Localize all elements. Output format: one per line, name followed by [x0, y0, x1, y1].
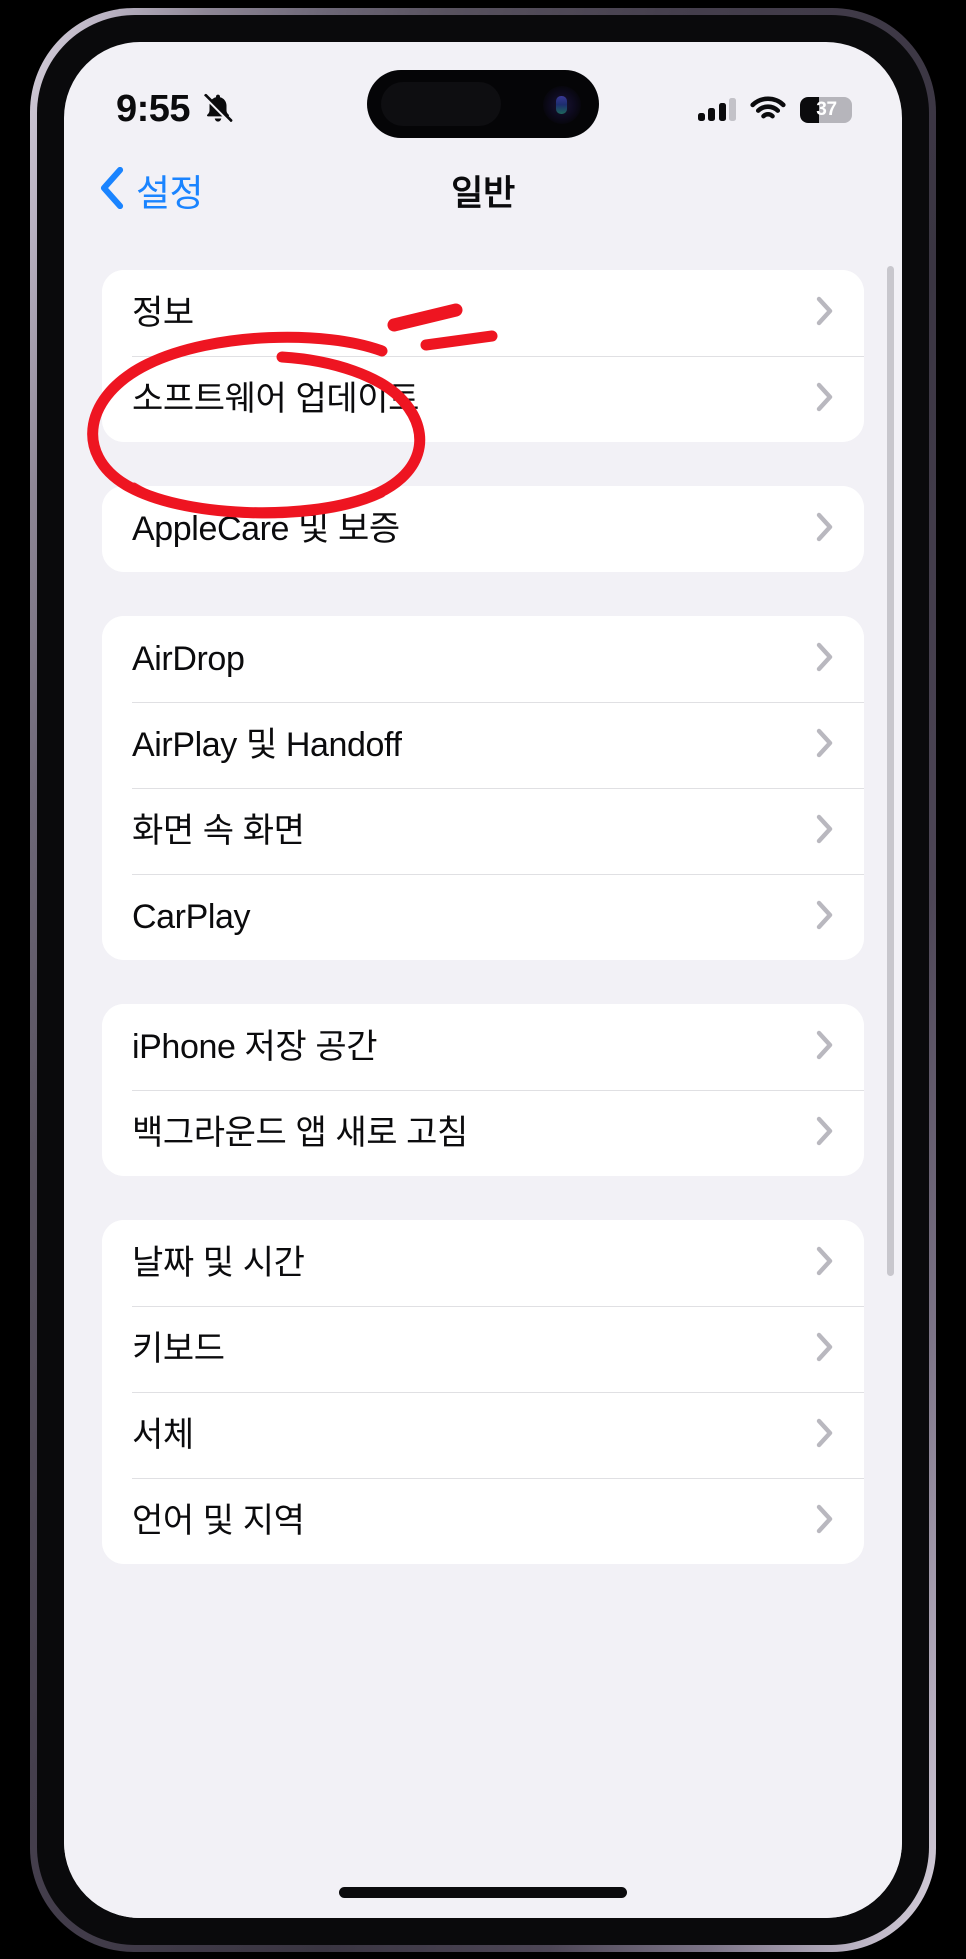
row-language-region[interactable]: 언어 및 지역: [102, 1478, 864, 1564]
row-label: AirPlay 및 Handoff: [132, 726, 402, 764]
row-label: 소프트웨어 업데이트: [132, 380, 419, 418]
chevron-right-icon: [816, 1116, 834, 1151]
status-bar-right: 37: [697, 94, 857, 127]
scrollbar[interactable]: [887, 266, 894, 1276]
row-label: 서체: [132, 1416, 194, 1454]
row-iphone-storage[interactable]: iPhone 저장 공간: [102, 1004, 864, 1090]
status-time: 9:55: [116, 88, 191, 130]
row-about[interactable]: 정보: [102, 270, 864, 356]
chevron-right-icon: [816, 1504, 834, 1539]
chevron-right-icon: [816, 1246, 834, 1281]
chevron-right-icon: [816, 1332, 834, 1367]
row-label: 언어 및 지역: [132, 1502, 305, 1540]
chevron-right-icon: [816, 900, 834, 935]
row-date-time[interactable]: 날짜 및 시간: [102, 1220, 864, 1306]
row-keyboard[interactable]: 키보드: [102, 1306, 864, 1392]
settings-group-sharing: AirDrop AirPlay 및 Handoff 화면 속 화면 CarPla…: [102, 616, 864, 960]
row-label: CarPlay: [132, 898, 251, 936]
wifi-icon: [749, 94, 787, 127]
row-label: 날짜 및 시간: [132, 1244, 305, 1282]
row-label: AirDrop: [132, 640, 245, 678]
row-fonts[interactable]: 서체: [102, 1392, 864, 1478]
chevron-right-icon: [816, 296, 834, 331]
volume-down-button[interactable]: [51, 668, 61, 772]
cellular-signal-icon: [697, 98, 736, 121]
chevron-right-icon: [816, 814, 834, 849]
power-button[interactable]: [905, 588, 915, 748]
row-label: AppleCare 및 보증: [132, 510, 400, 548]
chevron-right-icon: [816, 728, 834, 763]
settings-group-system: 날짜 및 시간 키보드 서체 언어 및 지역: [102, 1220, 864, 1564]
battery-icon: 37: [800, 97, 852, 123]
dynamic-island[interactable]: [367, 70, 599, 138]
settings-list[interactable]: 정보 소프트웨어 업데이트 AppleCare 및 보증 AirDrop Air…: [64, 230, 902, 1918]
row-airplay-handoff[interactable]: AirPlay 및 Handoff: [102, 702, 864, 788]
status-bar-left: 9:55: [116, 90, 235, 130]
settings-group-storage: iPhone 저장 공간 백그라운드 앱 새로 고침: [102, 1004, 864, 1176]
battery-percent-label: 37: [816, 99, 837, 120]
row-background-app-refresh[interactable]: 백그라운드 앱 새로 고침: [102, 1090, 864, 1176]
row-picture-in-picture[interactable]: 화면 속 화면: [102, 788, 864, 874]
navigation-bar: 설정 일반: [64, 150, 902, 230]
row-label: iPhone 저장 공간: [132, 1028, 378, 1066]
row-label: 백그라운드 앱 새로 고침: [132, 1114, 468, 1152]
row-software-update[interactable]: 소프트웨어 업데이트: [102, 356, 864, 442]
phone-screen: 9:55 37 설정 일반 정보 소프트웨어 업데이트 AppleCare 및 …: [64, 42, 902, 1918]
screenshot-backdrop: 9:55 37 설정 일반 정보 소프트웨어 업데이트 AppleCare 및 …: [0, 0, 966, 1959]
settings-group-about: 정보 소프트웨어 업데이트: [102, 270, 864, 442]
volume-up-button[interactable]: [51, 528, 61, 632]
settings-list-inner: 정보 소프트웨어 업데이트 AppleCare 및 보증 AirDrop Air…: [64, 230, 902, 1564]
page-title: 일반: [451, 173, 515, 213]
row-applecare-warranty[interactable]: AppleCare 및 보증: [102, 486, 864, 572]
silent-switch-button[interactable]: [52, 408, 61, 464]
row-label: 화면 속 화면: [132, 812, 305, 850]
island-sensor-pill: [381, 82, 501, 126]
chevron-right-icon: [816, 382, 834, 417]
chevron-right-icon: [816, 512, 834, 547]
chevron-right-icon: [816, 1418, 834, 1453]
chevron-right-icon: [816, 642, 834, 677]
row-label: 키보드: [132, 1330, 225, 1368]
settings-group-applecare: AppleCare 및 보증: [102, 486, 864, 572]
row-airdrop[interactable]: AirDrop: [102, 616, 864, 702]
chevron-right-icon: [816, 1030, 834, 1065]
front-camera-icon: [543, 86, 581, 124]
row-carplay[interactable]: CarPlay: [102, 874, 864, 960]
home-indicator[interactable]: [339, 1887, 627, 1898]
bell-slash-icon: [201, 91, 235, 130]
row-label: 정보: [132, 294, 194, 332]
